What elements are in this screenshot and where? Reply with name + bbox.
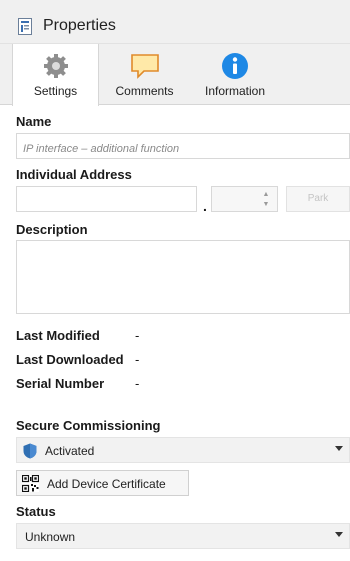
tab-comments-label: Comments <box>115 84 174 98</box>
comment-icon <box>130 54 159 79</box>
panel-title: Properties <box>43 17 116 34</box>
last-downloaded-label: Last Downloaded <box>16 352 124 367</box>
tab-settings-label: Settings <box>33 84 78 98</box>
last-modified-label: Last Modified <box>16 328 100 343</box>
status-label: Status <box>16 504 56 519</box>
secure-commissioning-value: Activated <box>45 444 95 458</box>
description-label: Description <box>16 222 88 237</box>
tab-information[interactable]: Information <box>190 44 280 105</box>
tab-information-label: Information <box>204 84 266 98</box>
device-address-stepper[interactable]: ▲ ▼ <box>211 186 278 212</box>
name-label: Name <box>16 114 52 129</box>
description-textarea[interactable] <box>16 240 350 314</box>
add-device-certificate-button[interactable]: Add Device Certificate <box>16 470 189 496</box>
serial-number-label: Serial Number <box>16 376 105 391</box>
individual-address-label: Individual Address <box>16 167 132 182</box>
secure-commissioning-dropdown[interactable]: Activated <box>16 437 350 463</box>
name-placeholder: IP interface – additional function <box>23 143 180 155</box>
status-dropdown[interactable]: Unknown <box>16 523 350 549</box>
name-field[interactable]: IP interface – additional function <box>16 133 350 159</box>
stepper-arrows-icon[interactable]: ▲ ▼ <box>261 190 271 210</box>
qr-code-icon <box>22 475 39 492</box>
chevron-down-icon <box>335 532 343 537</box>
last-downloaded-value: - <box>135 352 140 367</box>
panel-header: Properties <box>0 0 350 44</box>
add-device-certificate-label: Add Device Certificate <box>47 477 166 491</box>
tab-comments[interactable]: Comments <box>101 44 188 105</box>
tab-settings[interactable]: Settings <box>12 44 99 106</box>
status-value: Unknown <box>25 530 76 544</box>
shield-icon <box>23 443 37 459</box>
tab-bar: Settings Comments Information <box>0 44 350 106</box>
secure-commissioning-label: Secure Commissioning <box>16 418 161 433</box>
last-modified-value: - <box>135 328 140 343</box>
address-area-line-field[interactable] <box>16 186 197 212</box>
address-separator: . <box>203 198 207 214</box>
chevron-down-icon <box>335 446 343 451</box>
info-icon <box>222 53 248 79</box>
gear-icon <box>43 54 68 78</box>
park-button[interactable]: Park <box>286 186 350 212</box>
properties-icon <box>18 18 32 35</box>
serial-number-value: - <box>135 376 140 391</box>
